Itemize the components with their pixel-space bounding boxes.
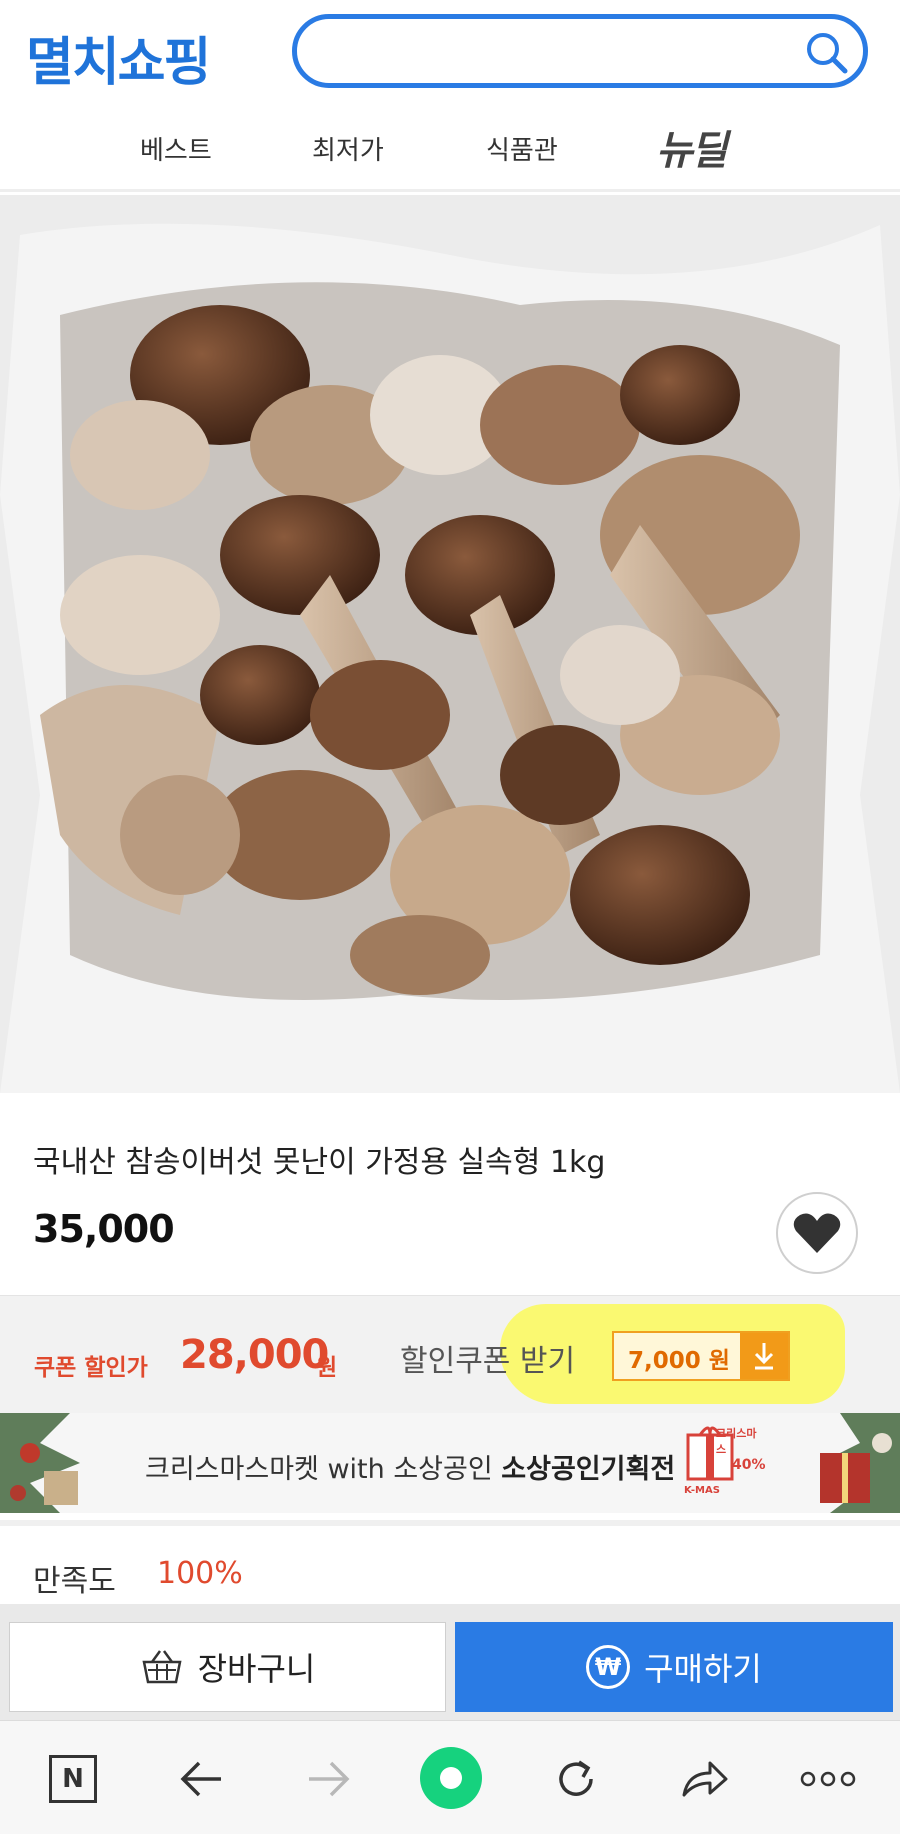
badge-discount: 40%: [732, 1457, 766, 1473]
more-icon[interactable]: [798, 1751, 858, 1807]
nav-item-food[interactable]: 식품관: [486, 130, 558, 167]
naver-home-letter: N: [49, 1755, 97, 1803]
badge-top-text: 크리스마스: [716, 1427, 757, 1456]
coupon-value: 7,000 원: [628, 1348, 730, 1374]
purchase-action-bar: 장바구니 ₩ 구매하기: [0, 1604, 900, 1720]
coupon-download-button[interactable]: 7,000 원: [612, 1331, 790, 1381]
naver-home-icon[interactable]: N: [45, 1751, 101, 1807]
promo-banner[interactable]: 크리스마스마켓 with 소상공인 소상공인기획전 크리스마스 40% K-MA…: [0, 1413, 900, 1513]
forward-icon[interactable]: [300, 1751, 356, 1807]
banner-text-bold: 소상공인기획전: [501, 1454, 676, 1485]
badge-brand: K-MAS: [684, 1485, 720, 1496]
green-dot-icon[interactable]: [418, 1745, 484, 1811]
kmas-badge: 크리스마스 40% K-MAS: [680, 1421, 766, 1505]
refresh-icon[interactable]: [548, 1751, 604, 1807]
download-icon: [740, 1333, 788, 1379]
site-logo[interactable]: 멸치쇼핑: [26, 20, 211, 95]
product-title: 국내산 참송이버섯 못난이 가정용 실속형 1kg: [33, 1145, 606, 1180]
banner-text-prefix: 크리스마스마켓 with 소상공인: [145, 1454, 502, 1485]
search-input[interactable]: [292, 14, 868, 88]
share-icon[interactable]: [676, 1751, 732, 1807]
nav-item-best[interactable]: 베스트: [140, 130, 212, 167]
coupon-bar: 쿠폰 할인가 28,000 원 할인쿠폰 받기 7,000 원: [0, 1295, 900, 1413]
christmas-decoration-left: [0, 1413, 80, 1513]
back-icon[interactable]: [174, 1751, 230, 1807]
add-to-cart-button[interactable]: 장바구니: [9, 1622, 446, 1712]
nav-item-newdeal[interactable]: 뉴딜: [656, 118, 728, 176]
search-icon[interactable]: [803, 29, 849, 75]
product-photo: [0, 195, 900, 1093]
product-price: 35,000: [33, 1207, 175, 1251]
cart-label: 장바구니: [197, 1650, 316, 1688]
category-nav: 베스트 최저가 식품관 뉴딜: [0, 108, 900, 192]
header: 멸치쇼핑: [0, 0, 900, 108]
basket-icon: [142, 1650, 182, 1684]
banner-text: 크리스마스마켓 with 소상공인 소상공인기획전: [145, 1447, 675, 1486]
christmas-decoration-right: [820, 1413, 900, 1513]
coupon-price-label: 쿠폰 할인가: [34, 1355, 148, 1381]
won-icon: ₩: [586, 1645, 631, 1689]
satisfaction-label: 만족도: [33, 1564, 116, 1599]
heart-icon: [793, 1213, 841, 1253]
get-coupon-label[interactable]: 할인쿠폰 받기: [400, 1336, 575, 1380]
coupon-price-unit: 원: [316, 1355, 338, 1381]
satisfaction-value: 100%: [157, 1556, 243, 1591]
satisfaction-row: 만족도 100%: [0, 1520, 900, 1602]
nav-item-lowest-price[interactable]: 최저가: [312, 130, 384, 167]
coupon-price: 28,000: [180, 1332, 329, 1378]
product-image[interactable]: [0, 195, 900, 1093]
buy-label: 구매하기: [644, 1650, 762, 1688]
buy-now-button[interactable]: ₩ 구매하기: [455, 1622, 893, 1712]
wishlist-button[interactable]: [776, 1192, 858, 1274]
browser-toolbar: N: [0, 1720, 900, 1834]
